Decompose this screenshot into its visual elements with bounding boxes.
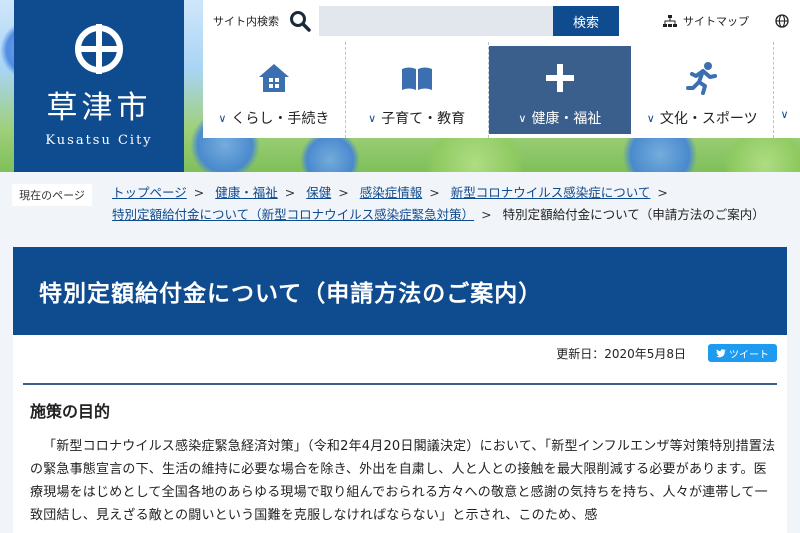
nav-label-text: 健康・福祉: [531, 111, 602, 127]
tweet-label: ツイート: [729, 349, 769, 361]
search-icon: [290, 11, 311, 32]
breadcrumb-separator: >: [284, 185, 296, 200]
chevron-down-icon: ∨: [368, 111, 377, 125]
meta-row: 更新日：2020年5月8日 ツイート: [556, 344, 777, 362]
breadcrumb-separator: >: [657, 185, 668, 200]
nav-label: ∨: [781, 108, 794, 121]
sitemap-link[interactable]: サイトマップ: [663, 13, 749, 29]
breadcrumb-line: トップページ > 健康・福祉 > 保健 > 感染症情報 > 新型コロナウイルス感染症につ…: [112, 182, 675, 201]
house-icon: [258, 64, 289, 92]
chevron-down-icon: ∨: [646, 111, 655, 125]
nav-label-text: 文化・スポーツ: [659, 111, 758, 127]
chevron-down-icon: ∨: [218, 111, 227, 125]
nav-item-more[interactable]: ∨: [774, 42, 800, 138]
city-emblem-icon: [75, 24, 123, 74]
search-input[interactable]: [319, 6, 553, 36]
nav-label-text: くらし・手続き: [231, 111, 330, 127]
sitemap-icon: [663, 15, 677, 27]
nav-label: ∨ くらし・手続き: [218, 108, 329, 128]
breadcrumb-link[interactable]: 健康・福祉: [215, 185, 278, 200]
breadcrumb-current: 特別定額給付金について（申請方法のご案内）: [502, 207, 765, 222]
tweet-button[interactable]: ツイート: [708, 344, 777, 362]
update-date: 更新日：2020年5月8日: [556, 346, 686, 361]
nav-item-childcare[interactable]: ∨ 子育て・教育: [345, 42, 489, 138]
chevron-down-icon: ∨: [518, 111, 527, 125]
globe-icon[interactable]: [775, 14, 789, 28]
page-title-box: 特別定額給付金について（申請方法のご案内）: [13, 247, 787, 335]
global-nav: ∨ くらし・手続き ∨ 子育て・教育 ∨ 健康・福祉 ∨ 文化・スポーツ ∨: [203, 42, 800, 138]
search-label: サイト内検索: [213, 15, 279, 28]
breadcrumb-link[interactable]: 新型コロナウイルス感染症について: [451, 185, 651, 200]
breadcrumb-link[interactable]: 保健: [306, 185, 331, 200]
nav-label-text: 子育て・教育: [381, 111, 466, 127]
breadcrumb-link[interactable]: トップページ: [112, 185, 187, 200]
plus-icon: [545, 64, 574, 92]
nav-item-living[interactable]: ∨ くらし・手続き: [203, 42, 346, 138]
breadcrumb-link[interactable]: 感染症情報: [360, 185, 423, 200]
nav-item-culture[interactable]: ∨ 文化・スポーツ: [631, 42, 775, 138]
nav-label: ∨ 文化・スポーツ: [647, 108, 758, 128]
page-title: 特別定額給付金について（申請方法のご案内）: [39, 281, 543, 307]
book-icon: [401, 67, 432, 90]
breadcrumb-link[interactable]: 特別定額給付金について（新型コロナウイルス感染症緊急対策）: [112, 207, 474, 222]
logo-name: 草津市: [46, 90, 152, 126]
twitter-bird-icon: [716, 348, 726, 357]
nav-item-health[interactable]: ∨ 健康・福祉: [488, 46, 632, 134]
header: 草津市 Kusatsu City サイト内検索 検索 サイトマップ ∨ くらし・…: [0, 0, 800, 172]
section-title: 施策の目的: [30, 402, 111, 421]
breadcrumb-tag: 現在のページ: [12, 184, 92, 206]
breadcrumb: 現在のページ トップページ > 健康・福祉 > 保健 > 感染症情報 > 新型コロナウイ…: [0, 172, 800, 230]
logo-english: Kusatsu City: [45, 133, 153, 148]
runner-icon: [686, 62, 718, 95]
breadcrumb-separator: >: [338, 185, 349, 200]
chevron-down-icon: ∨: [780, 108, 789, 121]
site-logo[interactable]: 草津市 Kusatsu City: [14, 0, 184, 172]
nav-label: ∨ 健康・福祉: [518, 108, 601, 128]
breadcrumb-line: 特別定額給付金について（新型コロナウイルス感染症緊急対策） > 特別定額給付金につ…: [112, 204, 765, 223]
main-content: 更新日：2020年5月8日 ツイート 施策の目的 「新型コロナウイルス感染症緊急…: [13, 335, 787, 533]
body-paragraph: 「新型コロナウイルス感染症緊急経済対策」（令和2年4月20日閣議決定）において、…: [30, 439, 776, 523]
breadcrumb-separator: >: [429, 185, 440, 200]
sitemap-label: サイトマップ: [683, 15, 749, 28]
section-divider: [23, 383, 777, 385]
breadcrumb-separator: >: [481, 207, 492, 222]
search-button[interactable]: 検索: [553, 6, 619, 36]
search-bar: サイト内検索 検索 サイトマップ: [203, 0, 800, 42]
breadcrumb-separator: >: [193, 185, 205, 200]
nav-label: ∨ 子育て・教育: [368, 108, 465, 128]
